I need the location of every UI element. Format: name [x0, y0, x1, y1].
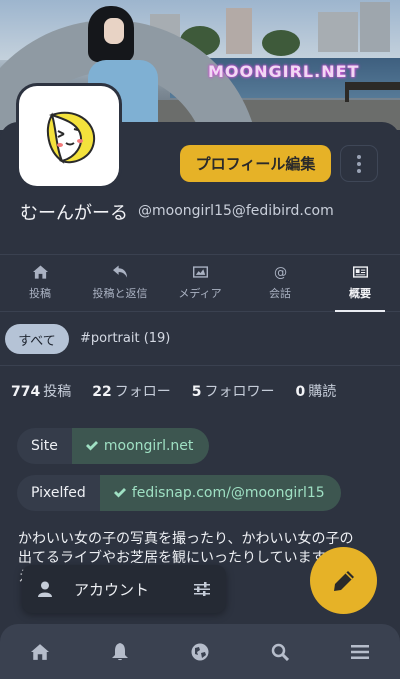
- bell-icon: [112, 642, 128, 660]
- tab-media[interactable]: メディア: [160, 255, 240, 311]
- moon-avatar-icon: [46, 111, 96, 164]
- display-name: むーんがーる: [20, 203, 128, 224]
- filter-tag-chip[interactable]: #portrait (19): [80, 331, 170, 346]
- more-options-button[interactable]: [340, 145, 378, 182]
- avatar[interactable]: [19, 86, 119, 186]
- user-icon: [38, 581, 52, 597]
- nav-home[interactable]: [20, 632, 60, 672]
- nav-explore[interactable]: [180, 632, 220, 672]
- sliders-icon[interactable]: [194, 582, 210, 596]
- filter-all-chip[interactable]: すべて: [5, 324, 69, 354]
- edit-profile-button[interactable]: プロフィール編集: [180, 145, 331, 182]
- bio-line: かわいい女の子の写真を撮ったり、かわいい女の子の: [18, 531, 354, 547]
- tab-label: 会話: [269, 287, 291, 300]
- more-dot-icon: [357, 161, 361, 166]
- field-key: Pixelfed: [17, 475, 100, 511]
- tab-label: 概要: [349, 287, 371, 300]
- home-icon: [31, 643, 49, 660]
- search-icon: [271, 643, 289, 661]
- profile-stats: 774 投稿 22 フォロー 5 フォロワー 0 購読: [11, 381, 357, 401]
- at-icon: @: [273, 266, 286, 279]
- check-icon: [85, 441, 98, 451]
- tab-about[interactable]: 概要: [320, 255, 400, 312]
- nav-search[interactable]: [260, 632, 300, 672]
- field-key: Site: [17, 428, 72, 464]
- compose-button[interactable]: [310, 547, 377, 614]
- pencil-icon: [333, 570, 354, 591]
- stat-followers[interactable]: 5 フォロワー: [192, 381, 275, 401]
- tab-posts[interactable]: 投稿: [0, 255, 80, 311]
- more-dot-icon: [357, 154, 361, 159]
- tab-label: 投稿と返信: [92, 287, 148, 300]
- stat-subscriptions[interactable]: 0 購読: [295, 381, 336, 401]
- globe-icon: [191, 643, 209, 660]
- more-dot-icon: [357, 168, 361, 173]
- profile-tabs: 投稿 投稿と返信 メディア @ 会話 概要: [0, 254, 400, 312]
- check-icon: [113, 488, 126, 498]
- hamburger-menu-icon: [351, 644, 369, 659]
- image-icon: [192, 266, 208, 278]
- tab-posts-replies[interactable]: 投稿と返信: [80, 255, 160, 311]
- account-menu[interactable]: アカウント: [22, 565, 226, 613]
- divider: [0, 365, 400, 366]
- field-value-link[interactable]: fedisnap.com/@moongirl15: [99, 475, 341, 511]
- bottom-navigation: [0, 624, 400, 679]
- home-icon: [32, 265, 48, 279]
- account-handle: @moongirl15@fedibird.com: [138, 203, 334, 219]
- stat-posts[interactable]: 774 投稿: [11, 381, 71, 401]
- nav-menu[interactable]: [340, 632, 380, 672]
- stat-following[interactable]: 22 フォロー: [92, 381, 170, 401]
- id-card-icon: [352, 266, 368, 278]
- nav-notifications[interactable]: [100, 632, 140, 672]
- tab-label: メディア: [178, 287, 222, 300]
- watermark-text: MOONGIRL.NET: [208, 62, 360, 81]
- field-value-link[interactable]: moongirl.net: [71, 428, 210, 464]
- reply-icon: [112, 265, 127, 278]
- profile-field-pixelfed: Pixelfed fedisnap.com/@moongirl15: [17, 475, 341, 511]
- tab-conversations[interactable]: @ 会話: [240, 255, 320, 311]
- account-menu-label: アカウント: [74, 580, 150, 599]
- profile-field-site: Site moongirl.net: [17, 428, 210, 464]
- tab-label: 投稿: [29, 287, 51, 300]
- svg-text:@: @: [273, 266, 286, 279]
